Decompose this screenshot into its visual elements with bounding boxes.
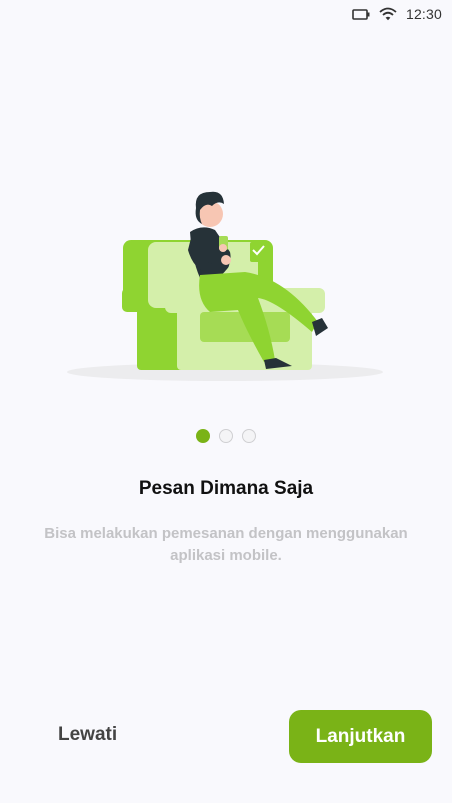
next-button[interactable]: Lanjutkan <box>289 710 432 763</box>
status-bar: 12:30 <box>0 0 452 28</box>
onboarding-description: Bisa melakukan pemesanan dengan mengguna… <box>44 525 408 564</box>
wifi-icon <box>379 7 397 21</box>
pagination-dot[interactable] <box>219 429 233 443</box>
battery-icon <box>352 8 370 20</box>
status-time: 12:30 <box>405 6 442 22</box>
pagination-dots <box>0 429 452 443</box>
onboarding-title: Pesan Dimana Saja <box>138 478 314 499</box>
pagination-dot[interactable] <box>242 429 256 443</box>
pagination-dot-active[interactable] <box>196 429 210 443</box>
person-on-sofa-illustration <box>67 191 383 381</box>
skip-button[interactable]: Lewati <box>58 724 117 746</box>
